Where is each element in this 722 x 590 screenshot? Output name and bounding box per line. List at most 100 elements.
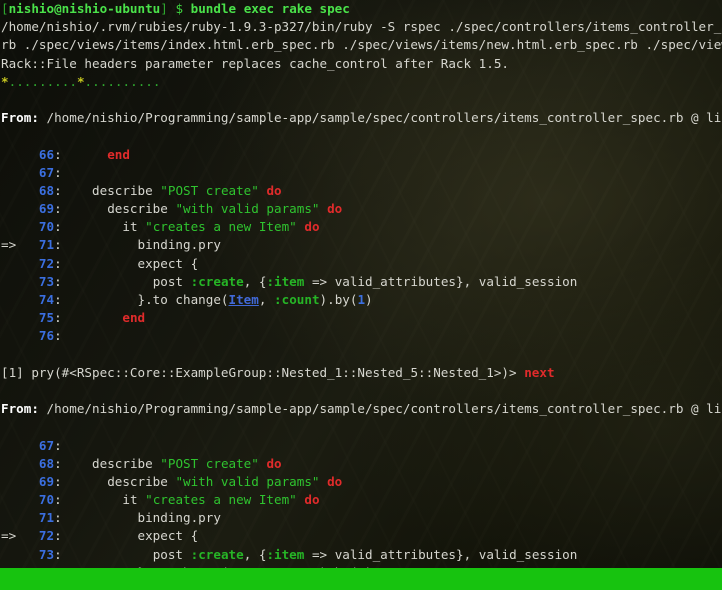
progress-dot: . — [84, 73, 93, 89]
code-token-2-69-3: do — [327, 473, 343, 489]
code-token-1-71-0: binding.pry — [137, 237, 221, 253]
code-token-1-69-0: describe — [107, 201, 176, 217]
blank-line-before-from-2 — [0, 382, 722, 400]
code-line-colon-1-70: : — [54, 219, 62, 235]
code-token-1-75-0: end — [122, 310, 146, 326]
code-token-2-73-4: => valid_attributes}, valid_session — [304, 546, 578, 562]
code-line-number-2-71: 71 — [23, 510, 55, 526]
code-line-1-71: => 71: binding.pry — [0, 236, 722, 254]
code-token-2-73-1: :create — [190, 546, 244, 562]
code-line-1-67: 67: — [0, 164, 722, 182]
shell-prompt-line[interactable]: [nishio@nishio-ubuntu] $ bundle exec rak… — [0, 0, 722, 18]
code-token-1-69-2 — [320, 201, 328, 216]
blank-line-after-from-1 — [0, 127, 722, 145]
progress-dot: . — [145, 73, 153, 89]
code-marker-2-72: => — [1, 528, 24, 544]
progress-asterisk: * — [76, 73, 85, 89]
from-line-ref-1: @ line 71 : — [691, 110, 722, 126]
code-line-number-2-70: 70 — [23, 492, 55, 508]
code-line-number-2-72: 72 — [23, 528, 55, 544]
from-label-2: From: — [1, 401, 39, 417]
code-token-1-74-3: :count — [274, 292, 320, 307]
prompt-dollar: $ — [175, 1, 184, 16]
progress-dot: . — [114, 73, 123, 89]
code-line-1-73: 73: post :create, {:item => valid_attrib… — [0, 273, 722, 291]
code-line-colon-1-66: : — [54, 146, 62, 162]
tmux-status-bar[interactable]: [Test Status] 0:Server* 1:zsh- 2:zsh 3:z… — [0, 568, 722, 590]
prompt-bracket-open: [ — [1, 1, 9, 16]
code-token-2-68-0: describe — [92, 455, 161, 471]
code-token-1-66-0: end — [107, 146, 130, 162]
progress-dot: . — [54, 73, 62, 89]
code-marker-1-73 — [1, 274, 24, 289]
code-token-1-70-1: "creates a new Item" — [145, 219, 297, 235]
code-line-1-72: 72: expect { — [0, 255, 722, 273]
code-line-number-1-71: 71 — [23, 237, 55, 253]
from-label-1: From: — [1, 110, 39, 126]
code-token-1-70-3: do — [304, 219, 320, 235]
code-marker-1-76 — [1, 328, 24, 343]
progress-dot: . — [152, 73, 161, 89]
code-token-2-70-3: do — [304, 492, 320, 508]
code-marker-1-75 — [1, 310, 24, 325]
terminal-output[interactable]: [nishio@nishio-ubuntu] $ bundle exec rak… — [0, 0, 722, 568]
code-marker-1-66 — [1, 147, 24, 162]
code-line-number-1-72: 72 — [23, 255, 55, 271]
from-line-ref-2: @ line 72 : — [691, 401, 722, 417]
code-line-1-74: 74: }.to change(Item, :count).by(1) — [0, 291, 722, 309]
code-token-1-69-1: "with valid params" — [175, 201, 320, 217]
progress-dot: . — [69, 73, 77, 89]
output-line-1: rb ./spec/views/items/index.html.erb_spe… — [0, 36, 722, 54]
code-token-2-73-3: :item — [266, 546, 305, 562]
code-line-number-1-73: 73 — [23, 273, 55, 289]
code-line-colon-2-73: : — [54, 546, 62, 562]
code-line-number-1-74: 74 — [23, 292, 55, 307]
code-line-number-2-69: 69 — [23, 473, 55, 489]
code-marker-2-71 — [1, 510, 24, 525]
code-line-2-73: 73: post :create, {:item => valid_attrib… — [0, 546, 722, 564]
code-line-number-1-66: 66 — [23, 146, 55, 162]
code-line-2-72: => 72: expect { — [0, 527, 722, 545]
code-marker-1-71: => — [1, 237, 24, 253]
from-header-2: From: /home/nishio/Programming/sample-ap… — [0, 400, 722, 418]
code-token-1-69-3: do — [327, 201, 343, 217]
code-line-colon-1-67: : — [54, 164, 62, 180]
pry-prompt-line-1[interactable]: [1] pry(#<RSpec::Core::ExampleGroup::Nes… — [0, 364, 722, 382]
code-token-2-73-2: , { — [243, 546, 267, 562]
code-token-1-73-0: post — [152, 273, 191, 289]
prompt-user-host: nishio@nishio-ubuntu — [8, 1, 161, 16]
from-header-1: From: /home/nishio/Programming/sample-ap… — [0, 109, 722, 127]
pry-prompt-text-1: pry(#<RSpec::Core::ExampleGroup::Nested_… — [31, 364, 517, 380]
code-marker-2-70 — [1, 492, 24, 507]
code-token-2-70-0: it — [122, 492, 146, 508]
code-line-1-70: 70: it "creates a new Item" do — [0, 218, 722, 236]
progress-dot: . — [16, 73, 24, 89]
code-line-colon-1-69: : — [54, 201, 62, 217]
pry-index-1: [1] — [1, 364, 24, 380]
code-token-2-69-0: describe — [107, 473, 176, 489]
code-token-1-74-5: 1 — [357, 292, 366, 307]
code-line-number-1-68: 68 — [23, 182, 55, 198]
code-line-number-2-68: 68 — [23, 455, 55, 471]
code-token-2-71-0: binding.pry — [137, 510, 221, 526]
code-marker-1-67 — [1, 165, 24, 180]
code-line-number-2-73: 73 — [23, 546, 55, 562]
code-line-colon-2-67: : — [54, 437, 62, 453]
code-token-1-73-4: => valid_attributes}, valid_session — [304, 273, 578, 289]
code-marker-1-70 — [1, 219, 24, 234]
code-marker-1-72 — [1, 256, 24, 271]
code-line-1-75: 75: end — [0, 309, 722, 327]
code-marker-1-68 — [1, 183, 24, 198]
code-token-1-68-3: do — [266, 182, 282, 198]
prompt-command: bundle exec rake spec — [190, 1, 350, 16]
blank-line-after-from-2 — [0, 418, 722, 436]
output-line-2: Rack::File headers parameter replaces ca… — [0, 55, 722, 73]
code-token-2-68-3: do — [266, 455, 282, 471]
output-line-text-1: rb ./spec/views/items/index.html.erb_spe… — [1, 37, 722, 53]
code-line-2-69: 69: describe "with valid params" do — [0, 473, 722, 491]
progress-dot: . — [122, 73, 131, 89]
pry-command-1: next — [524, 364, 555, 380]
code-token-1-68-0: describe — [92, 182, 161, 198]
code-line-2-70: 70: it "creates a new Item" do — [0, 491, 722, 509]
code-token-1-73-2: , { — [243, 273, 267, 289]
